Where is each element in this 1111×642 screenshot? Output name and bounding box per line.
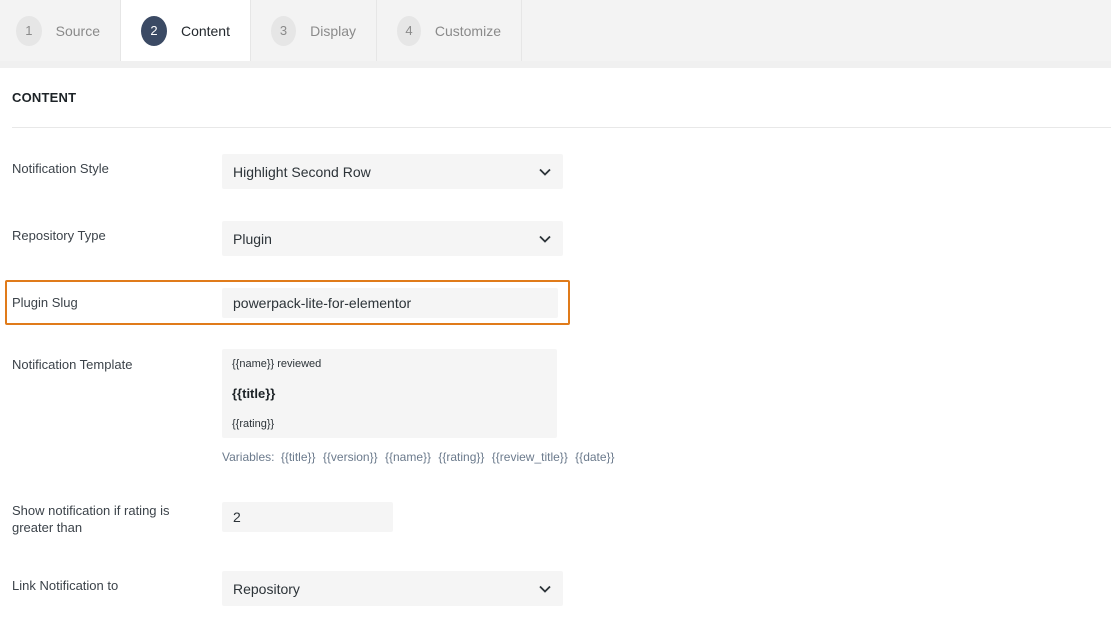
link-notification-select[interactable]: Repository — [222, 571, 563, 606]
section-divider — [12, 127, 1111, 128]
notification-template-label: Notification Template — [12, 357, 133, 372]
step-source[interactable]: 1 Source — [0, 0, 121, 61]
step-number: 4 — [397, 15, 421, 46]
step-number: 2 — [141, 15, 167, 46]
step-label: Customize — [434, 22, 501, 39]
step-number: 1 — [16, 15, 42, 46]
select-value: Highlight Second Row — [233, 163, 371, 180]
select-value: Repository — [233, 580, 300, 597]
variable-token: {{version}} — [322, 450, 378, 464]
section-title: CONTENT — [12, 90, 77, 105]
link-notification-label: Link Notification to — [12, 578, 119, 593]
label-line: Show notification if rating is — [12, 503, 170, 518]
plugin-slug-label: Plugin Slug — [12, 295, 78, 310]
variables-label: Variables: — [222, 450, 275, 464]
template-line: {{name}} reviewed — [232, 358, 322, 370]
chevron-down-icon — [539, 168, 551, 176]
repository-type-select[interactable]: Plugin — [222, 221, 563, 256]
variable-token: {{date}} — [575, 450, 615, 464]
template-line-title: {{title}} — [232, 386, 276, 401]
chevron-down-icon — [539, 585, 551, 593]
notification-style-label: Notification Style — [12, 161, 109, 176]
step-label: Source — [55, 22, 100, 39]
variable-token: {{name}} — [384, 450, 432, 464]
step-display[interactable]: 3 Display — [251, 0, 377, 61]
variable-token: {{review_title}} — [491, 450, 568, 464]
step-label: Display — [310, 22, 356, 39]
notification-style-select[interactable]: Highlight Second Row — [222, 154, 563, 189]
wizard-steps: 1 Source 2 Content 3 Display 4 Customize — [0, 0, 1111, 61]
notification-template-editor[interactable]: {{name}} reviewed {{title}} {{rating}} — [222, 349, 557, 438]
step-number: 3 — [271, 15, 297, 46]
tabs-divider — [0, 61, 1111, 68]
step-label: Content — [180, 22, 230, 39]
label-line: greater than — [12, 520, 83, 535]
repository-type-label: Repository Type — [12, 228, 106, 243]
step-customize[interactable]: 4 Customize — [377, 0, 522, 61]
step-content[interactable]: 2 Content — [121, 0, 251, 61]
plugin-slug-input[interactable]: powerpack-lite-for-elementor — [222, 288, 558, 318]
template-line: {{rating}} — [232, 418, 275, 430]
template-variables: Variables: {{title}} {{version}} {{name}… — [222, 450, 616, 464]
rating-threshold-label: Show notification if rating is greater t… — [12, 502, 170, 536]
variable-token: {{rating}} — [438, 450, 485, 464]
rating-threshold-input[interactable]: 2 — [222, 502, 393, 532]
chevron-down-icon — [539, 235, 551, 243]
variable-token: {{title}} — [280, 450, 316, 464]
select-value: Plugin — [233, 230, 272, 247]
